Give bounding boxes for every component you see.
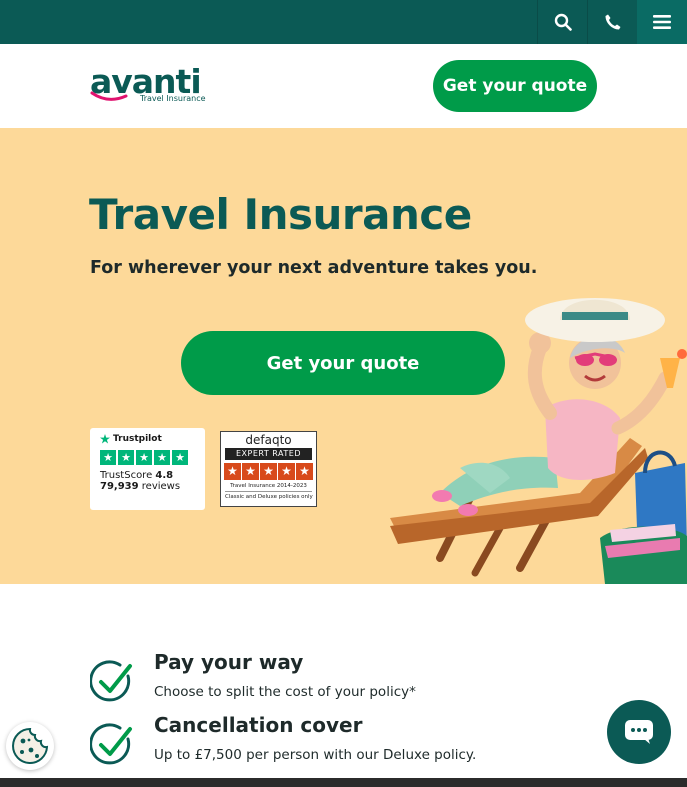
- trustscore-label: TrustScore: [100, 470, 153, 481]
- trustpilot-star: ★: [118, 450, 134, 465]
- hero-section: Travel Insurance For wherever your next …: [0, 128, 687, 584]
- trustpilot-brand: Trustpilot: [100, 434, 195, 444]
- defaqto-star: ★: [278, 463, 295, 480]
- defaqto-stars: ★ ★ ★ ★ ★: [221, 463, 316, 480]
- feature-description: Choose to split the cost of your policy*: [154, 684, 416, 700]
- sun-lounger-illustration: [390, 298, 687, 584]
- reviews-count: 79,939: [100, 481, 139, 492]
- defaqto-policies: Classic and Deluxe policies only: [225, 491, 313, 500]
- chat-bubble-icon: [625, 720, 653, 744]
- chat-button[interactable]: [607, 700, 671, 764]
- trustpilot-star: ★: [100, 450, 116, 465]
- defaqto-expert-rated: EXPERT RATED: [225, 448, 312, 460]
- check-circle-icon: [90, 660, 132, 702]
- defaqto-name: defaqto: [245, 433, 292, 447]
- trustpilot-star: ★: [136, 450, 152, 465]
- feature-pay-your-way: Pay your way Choose to split the cost of…: [90, 650, 590, 710]
- trustpilot-star: ★: [172, 450, 188, 465]
- menu-button[interactable]: [637, 0, 687, 44]
- defaqto-star: ★: [224, 463, 241, 480]
- cookie-settings-button[interactable]: [6, 722, 54, 770]
- hero-subtitle: For wherever your next adventure takes y…: [90, 258, 538, 278]
- trustpilot-label: Trustpilot: [113, 434, 162, 444]
- search-icon: [554, 13, 572, 31]
- trustscore-value: 4.8: [155, 470, 174, 481]
- trustpilot-rating-stars: ★ ★ ★ ★ ★: [100, 450, 195, 465]
- trustpilot-reviews: 79,939 reviews: [100, 481, 195, 492]
- defaqto-star: ★: [242, 463, 259, 480]
- reviews-label: reviews: [141, 481, 181, 492]
- feature-description: Up to £7,500 per person with our Deluxe …: [154, 747, 477, 763]
- avanti-logo[interactable]: avanti Travel Insurance: [90, 62, 210, 106]
- phone-icon: [605, 14, 620, 30]
- trustpilot-widget[interactable]: Trustpilot ★ ★ ★ ★ ★ TrustScore 4.8 79,9…: [90, 428, 205, 510]
- features-section: Pay your way Choose to split the cost of…: [0, 584, 687, 787]
- header-get-quote-button[interactable]: Get your quote: [433, 60, 597, 112]
- defaqto-star: ★: [260, 463, 277, 480]
- feature-title: Cancellation cover: [154, 713, 363, 737]
- trustpilot-star-icon: [100, 434, 110, 444]
- page-title: Travel Insurance: [89, 190, 472, 239]
- defaqto-years: Travel Insurance 2014-2023: [230, 483, 307, 489]
- logo-tagline: Travel Insurance: [140, 94, 206, 103]
- feature-cancellation-cover: Cancellation cover Up to £7,500 per pers…: [90, 713, 590, 773]
- bottom-strip: [0, 778, 687, 787]
- phone-button[interactable]: [587, 0, 637, 44]
- check-circle-icon: [90, 723, 132, 765]
- search-button[interactable]: [537, 0, 587, 44]
- site-header: avanti Travel Insurance Get your quote: [0, 44, 687, 128]
- top-utility-bar: [0, 0, 687, 44]
- defaqto-badge: defaqto EXPERT RATED ★ ★ ★ ★ ★ Travel In…: [220, 431, 317, 507]
- trustpilot-score: TrustScore 4.8: [100, 470, 195, 481]
- trustpilot-star: ★: [154, 450, 170, 465]
- feature-title: Pay your way: [154, 650, 304, 674]
- cookie-icon: [12, 727, 49, 764]
- hamburger-menu-icon: [653, 15, 671, 29]
- defaqto-star: ★: [296, 463, 313, 480]
